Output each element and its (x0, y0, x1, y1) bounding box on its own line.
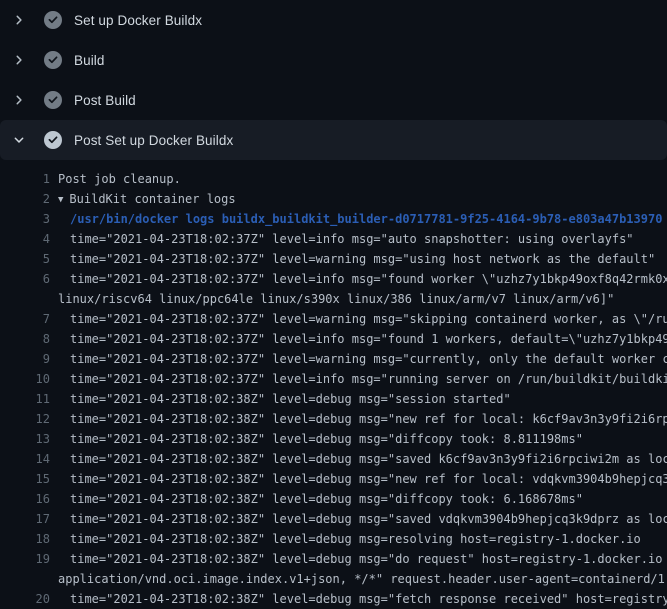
check-circle-icon (44, 11, 62, 29)
log-line-text: time="2021-04-23T18:02:38Z" level=debug … (50, 429, 583, 449)
chevron-right-icon (11, 52, 27, 68)
log-row: 9time="2021-04-23T18:02:37Z" level=warni… (0, 349, 667, 369)
chevron-right-icon (11, 92, 27, 108)
log-row: 6time="2021-04-23T18:02:37Z" level=info … (0, 269, 667, 289)
log-row: 5time="2021-04-23T18:02:37Z" level=warni… (0, 249, 667, 269)
log-row: 15time="2021-04-23T18:02:38Z" level=debu… (0, 469, 667, 489)
log-line-number[interactable]: 3 (0, 209, 50, 229)
log-line-number[interactable]: 10 (0, 369, 50, 389)
log-row: 18time="2021-04-23T18:02:38Z" level=debu… (0, 529, 667, 549)
log-line-text: time="2021-04-23T18:02:38Z" level=debug … (50, 489, 583, 509)
log-row: 7time="2021-04-23T18:02:37Z" level=warni… (0, 309, 667, 329)
log-line-text: time="2021-04-23T18:02:38Z" level=debug … (50, 469, 667, 489)
log-line-number (0, 569, 50, 589)
chevron-right-icon (11, 12, 27, 28)
log-row: 17time="2021-04-23T18:02:38Z" level=debu… (0, 509, 667, 529)
log-row: 14time="2021-04-23T18:02:38Z" level=debu… (0, 449, 667, 469)
step-title: Build (74, 53, 105, 68)
log-line-text: Post job cleanup. (50, 169, 181, 189)
step-header-build[interactable]: Build (0, 40, 667, 80)
log-line-number[interactable]: 9 (0, 349, 50, 369)
chevron-down-icon (11, 132, 27, 148)
log-line-text: time="2021-04-23T18:02:38Z" level=debug … (50, 529, 641, 549)
step-header-set-up-docker-buildx[interactable]: Set up Docker Buildx (0, 0, 667, 40)
log-line-number (0, 289, 50, 309)
log-line-number[interactable]: 8 (0, 329, 50, 349)
log-row: 16time="2021-04-23T18:02:38Z" level=debu… (0, 489, 667, 509)
log-line-number[interactable]: 14 (0, 449, 50, 469)
step-title: Set up Docker Buildx (74, 13, 202, 28)
log-row: 8time="2021-04-23T18:02:37Z" level=info … (0, 329, 667, 349)
log-viewer: 1Post job cleanup.2 ▼ BuildKit container l… (0, 160, 667, 609)
actions-log-page: { "colors": { "page_bg": "#0c1017", "exp… (0, 0, 667, 600)
log-line-text: time="2021-04-23T18:02:37Z" level=info m… (50, 229, 634, 249)
log-line-text: time="2021-04-23T18:02:38Z" level=debug … (50, 389, 511, 409)
log-line-number[interactable]: 1 (0, 169, 50, 189)
log-line-text: linux/riscv64 linux/ppc64le linux/s390x … (50, 289, 614, 309)
log-row: linux/riscv64 linux/ppc64le linux/s390x … (0, 289, 667, 309)
log-line-text: time="2021-04-23T18:02:38Z" level=debug … (50, 589, 667, 609)
log-line-text: time="2021-04-23T18:02:37Z" level=info m… (50, 369, 667, 389)
log-line-number[interactable]: 20 (0, 589, 50, 609)
log-row: 12time="2021-04-23T18:02:38Z" level=debu… (0, 409, 667, 429)
step-title: Post Set up Docker Buildx (74, 133, 233, 148)
log-line-number[interactable]: 16 (0, 489, 50, 509)
check-circle-icon (44, 51, 62, 69)
log-line-number[interactable]: 6 (0, 269, 50, 289)
log-line-number[interactable]: 17 (0, 509, 50, 529)
log-line-number[interactable]: 4 (0, 229, 50, 249)
log-line-number[interactable]: 18 (0, 529, 50, 549)
log-row: 1Post job cleanup. (0, 169, 667, 189)
log-row: 2 ▼ BuildKit container logs (0, 189, 667, 209)
log-row: 10time="2021-04-23T18:02:37Z" level=info… (0, 369, 667, 389)
log-row: 20time="2021-04-23T18:02:38Z" level=debu… (0, 589, 667, 609)
log-line-number[interactable]: 13 (0, 429, 50, 449)
log-line-number[interactable]: 19 (0, 549, 50, 569)
log-line-text: time="2021-04-23T18:02:38Z" level=debug … (50, 509, 667, 529)
log-row: 11time="2021-04-23T18:02:38Z" level=debu… (0, 389, 667, 409)
check-circle-icon (44, 91, 62, 109)
steps-list: Set up Docker Buildx Build Post Build Post … (0, 0, 667, 160)
log-line-text: time="2021-04-23T18:02:37Z" level=info m… (50, 269, 667, 289)
log-command-text: /usr/bin/docker logs buildx_buildkit_bui… (50, 209, 662, 229)
log-line-text: time="2021-04-23T18:02:37Z" level=info m… (50, 329, 667, 349)
log-line-text: time="2021-04-23T18:02:38Z" level=debug … (50, 549, 667, 569)
log-row: 4time="2021-04-23T18:02:37Z" level=info … (0, 229, 667, 249)
log-group-toggle[interactable]: ▼ BuildKit container logs (50, 189, 236, 209)
step-header-post-build[interactable]: Post Build (0, 80, 667, 120)
log-line-number[interactable]: 15 (0, 469, 50, 489)
log-line-text: time="2021-04-23T18:02:37Z" level=warnin… (50, 309, 667, 329)
log-line-text: time="2021-04-23T18:02:38Z" level=debug … (50, 449, 667, 469)
step-title: Post Build (74, 93, 136, 108)
log-line-text: time="2021-04-23T18:02:38Z" level=debug … (50, 409, 667, 429)
log-line-text: time="2021-04-23T18:02:37Z" level=warnin… (50, 249, 655, 269)
log-row: 13time="2021-04-23T18:02:38Z" level=debu… (0, 429, 667, 449)
log-line-number[interactable]: 11 (0, 389, 50, 409)
log-row: 3/usr/bin/docker logs buildx_buildkit_bu… (0, 209, 667, 229)
log-row: application/vnd.oci.image.index.v1+json,… (0, 569, 667, 589)
log-line-number[interactable]: 2 (0, 189, 50, 209)
log-group-label: BuildKit container logs (69, 192, 235, 206)
log-line-text: time="2021-04-23T18:02:37Z" level=warnin… (50, 349, 667, 369)
log-line-number[interactable]: 12 (0, 409, 50, 429)
step-header-post-set-up-docker-buildx[interactable]: Post Set up Docker Buildx (0, 120, 667, 160)
log-row: 19time="2021-04-23T18:02:38Z" level=debu… (0, 549, 667, 569)
log-line-number[interactable]: 5 (0, 249, 50, 269)
log-line-number[interactable]: 7 (0, 309, 50, 329)
log-line-text: application/vnd.oci.image.index.v1+json,… (50, 569, 667, 589)
check-circle-icon (44, 131, 62, 149)
collapse-triangle-icon: ▼ (58, 190, 63, 210)
